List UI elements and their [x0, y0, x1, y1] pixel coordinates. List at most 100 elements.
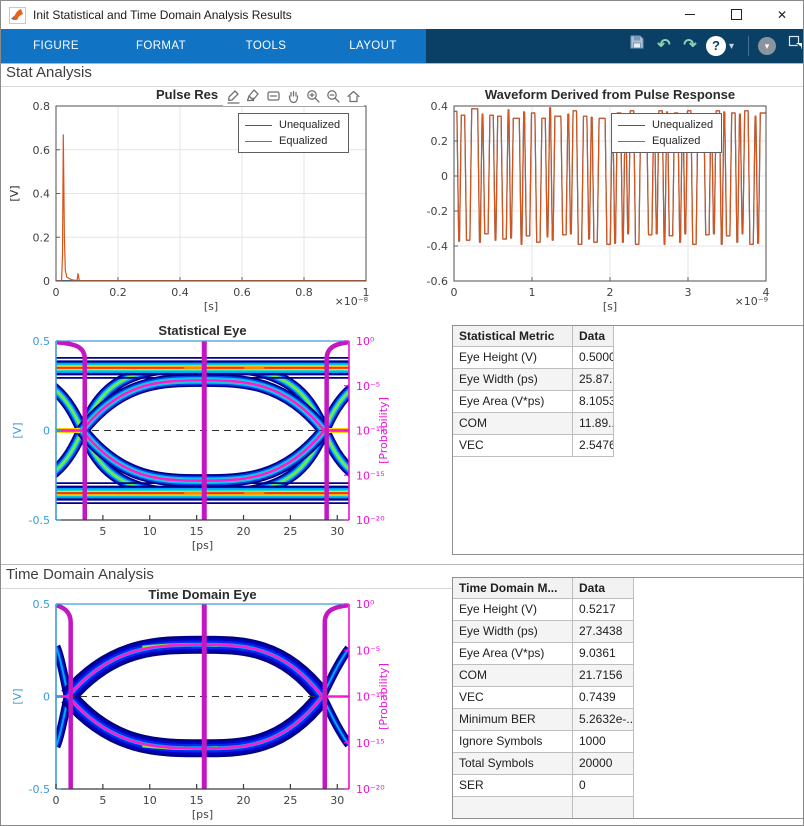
table-cell: COM [453, 413, 573, 435]
table-cell: COM [453, 665, 573, 687]
table-row[interactable]: Eye Area (V*ps)9.0361 [453, 643, 803, 665]
legend-entry: Unequalized [245, 117, 340, 133]
table-row[interactable]: VEC0.7439 [453, 687, 803, 709]
tick-label: 0.2 [109, 286, 127, 299]
tick-label: -0.5 [29, 783, 50, 796]
table-row[interactable]: Eye Width (ps)27.3438 [453, 621, 803, 643]
pan-icon[interactable] [285, 88, 302, 105]
redo-button[interactable]: ↷ [678, 34, 702, 58]
column-header[interactable]: Statistical Metric [453, 326, 573, 347]
brush-icon[interactable] [245, 88, 262, 105]
legend-label: Unequalized [279, 119, 340, 131]
tick-label: 10⁻¹⁰ [356, 425, 385, 438]
maximize-button[interactable] [713, 1, 759, 29]
table-cell: 11.89... [573, 413, 614, 435]
undo-button[interactable]: ↶ [652, 34, 676, 58]
table-cell: 8.1053 [573, 391, 614, 413]
time-domain-eye-title: Time Domain Eye [56, 587, 349, 602]
table-cell: Eye Width (ps) [453, 369, 573, 391]
legend-label: Equalized [652, 135, 700, 147]
table-row[interactable]: Eye Height (V)0.5000 [453, 347, 803, 369]
tick-label: 0.4 [33, 188, 51, 201]
table-cell: 0 [573, 775, 634, 797]
legend-entry: Equalized [618, 133, 713, 149]
table-cell: VEC [453, 687, 573, 709]
x-axis-label: [s] [603, 300, 617, 313]
tick-label: 5 [99, 794, 106, 807]
time-domain-metric-table[interactable]: Time Domain M...DataEye Height (V)0.5217… [452, 577, 804, 819]
zoom-in-icon[interactable] [305, 88, 322, 105]
toolstrip: FIGURE FORMAT TOOLS LAYOUT ↶ ↷ ? ▾ ▾ [1, 29, 803, 63]
tick-label: 10⁻⁵ [356, 380, 380, 393]
equalized-line-swatch [245, 141, 272, 142]
table-row[interactable]: Eye Height (V)0.5217 [453, 599, 803, 621]
column-header[interactable]: Time Domain M... [453, 578, 573, 599]
minimize-button[interactable] [667, 1, 713, 29]
table-row[interactable]: Eye Area (V*ps)8.1053 [453, 391, 803, 413]
unequalized-line-swatch [618, 125, 645, 126]
x-axis-label: [s] [204, 300, 218, 313]
table-row[interactable]: VEC2.5476 [453, 435, 803, 457]
waveform-legend: Unequalized Equalized [611, 113, 722, 153]
tick-label: 0.2 [431, 135, 449, 148]
help-caret-icon[interactable]: ▾ [729, 41, 734, 52]
collapse-toolstrip-button[interactable] [783, 34, 804, 58]
pulse-response-legend: Unequalized Equalized [238, 113, 349, 153]
window-title: Init Statistical and Time Domain Analysi… [33, 1, 292, 29]
tab-figure[interactable]: FIGURE [11, 29, 101, 63]
zoom-out-icon[interactable] [325, 88, 342, 105]
tick-label: 10⁻²⁰ [356, 783, 385, 796]
x-axis-exponent: ×10⁻⁸ [335, 295, 369, 308]
table-cell: 5.2632e-... [573, 709, 634, 731]
tick-label: 0.8 [33, 100, 51, 113]
tick-label: 4 [763, 286, 770, 299]
x-axis-label: [ps] [192, 539, 213, 552]
help-button[interactable]: ? [706, 36, 726, 56]
home-icon[interactable] [345, 88, 362, 105]
x-axis-label: [ps] [192, 808, 213, 821]
table-cell: Eye Area (V*ps) [453, 391, 573, 413]
table-row[interactable]: COM21.7156 [453, 665, 803, 687]
statistical-metric-table[interactable]: Statistical MetricDataEye Height (V)0.50… [452, 325, 804, 555]
datatip-icon[interactable] [265, 88, 282, 105]
matlab-app-icon [9, 7, 26, 24]
table-cell [453, 797, 573, 819]
close-button[interactable]: ✕ [759, 1, 804, 29]
table-row[interactable]: Total Symbols20000 [453, 753, 803, 775]
tab-format[interactable]: FORMAT [116, 29, 206, 63]
y-axis-left-label: [V] [11, 688, 24, 704]
column-header[interactable]: Data [573, 326, 614, 347]
table-row[interactable]: COM11.89... [453, 413, 803, 435]
tab-layout[interactable]: LAYOUT [328, 29, 418, 63]
table-row[interactable]: Ignore Symbols1000 [453, 731, 803, 753]
statistical-eye-plot[interactable]: 0.50-0.510⁰10⁻⁵10⁻¹⁰10⁻¹⁵10⁻²⁰5101520253… [1, 335, 409, 552]
table-cell: Eye Height (V) [453, 347, 573, 369]
minimize-icon [685, 14, 695, 15]
tick-label: 10⁻²⁰ [356, 514, 385, 527]
tick-label: 0 [53, 286, 60, 299]
tick-label: 3 [685, 286, 692, 299]
table-cell: Eye Area (V*ps) [453, 643, 573, 665]
table-cell: 20000 [573, 753, 634, 775]
table-row[interactable]: Eye Width (ps)25.87... [453, 369, 803, 391]
export-icon[interactable] [225, 88, 242, 105]
table-cell: 0.7439 [573, 687, 634, 709]
time-panel-top-border [1, 564, 804, 565]
table-row[interactable]: Minimum BER5.2632e-... [453, 709, 803, 731]
tick-label: 0 [441, 170, 448, 183]
table-cell: 0.5217 [573, 599, 634, 621]
tick-label: 10 [143, 794, 157, 807]
time-panel-title: Time Domain Analysis [6, 566, 154, 583]
axes-toolbar [223, 88, 364, 106]
tick-label: 0.4 [171, 286, 189, 299]
statistical-eye-title: Statistical Eye [56, 323, 349, 338]
toolstrip-separator [748, 36, 749, 56]
table-row[interactable]: SER0 [453, 775, 803, 797]
tab-tools[interactable]: TOOLS [221, 29, 311, 63]
save-button[interactable] [625, 34, 649, 58]
column-header[interactable]: Data [573, 578, 634, 599]
more-options-button[interactable]: ▾ [758, 37, 776, 55]
time-domain-eye-plot[interactable]: 0.50-0.510⁰10⁻⁵10⁻¹⁰10⁻¹⁵10⁻²⁰0510152025… [11, 598, 390, 821]
tick-label: 10⁰ [356, 335, 375, 348]
equalized-line-swatch [618, 141, 645, 142]
